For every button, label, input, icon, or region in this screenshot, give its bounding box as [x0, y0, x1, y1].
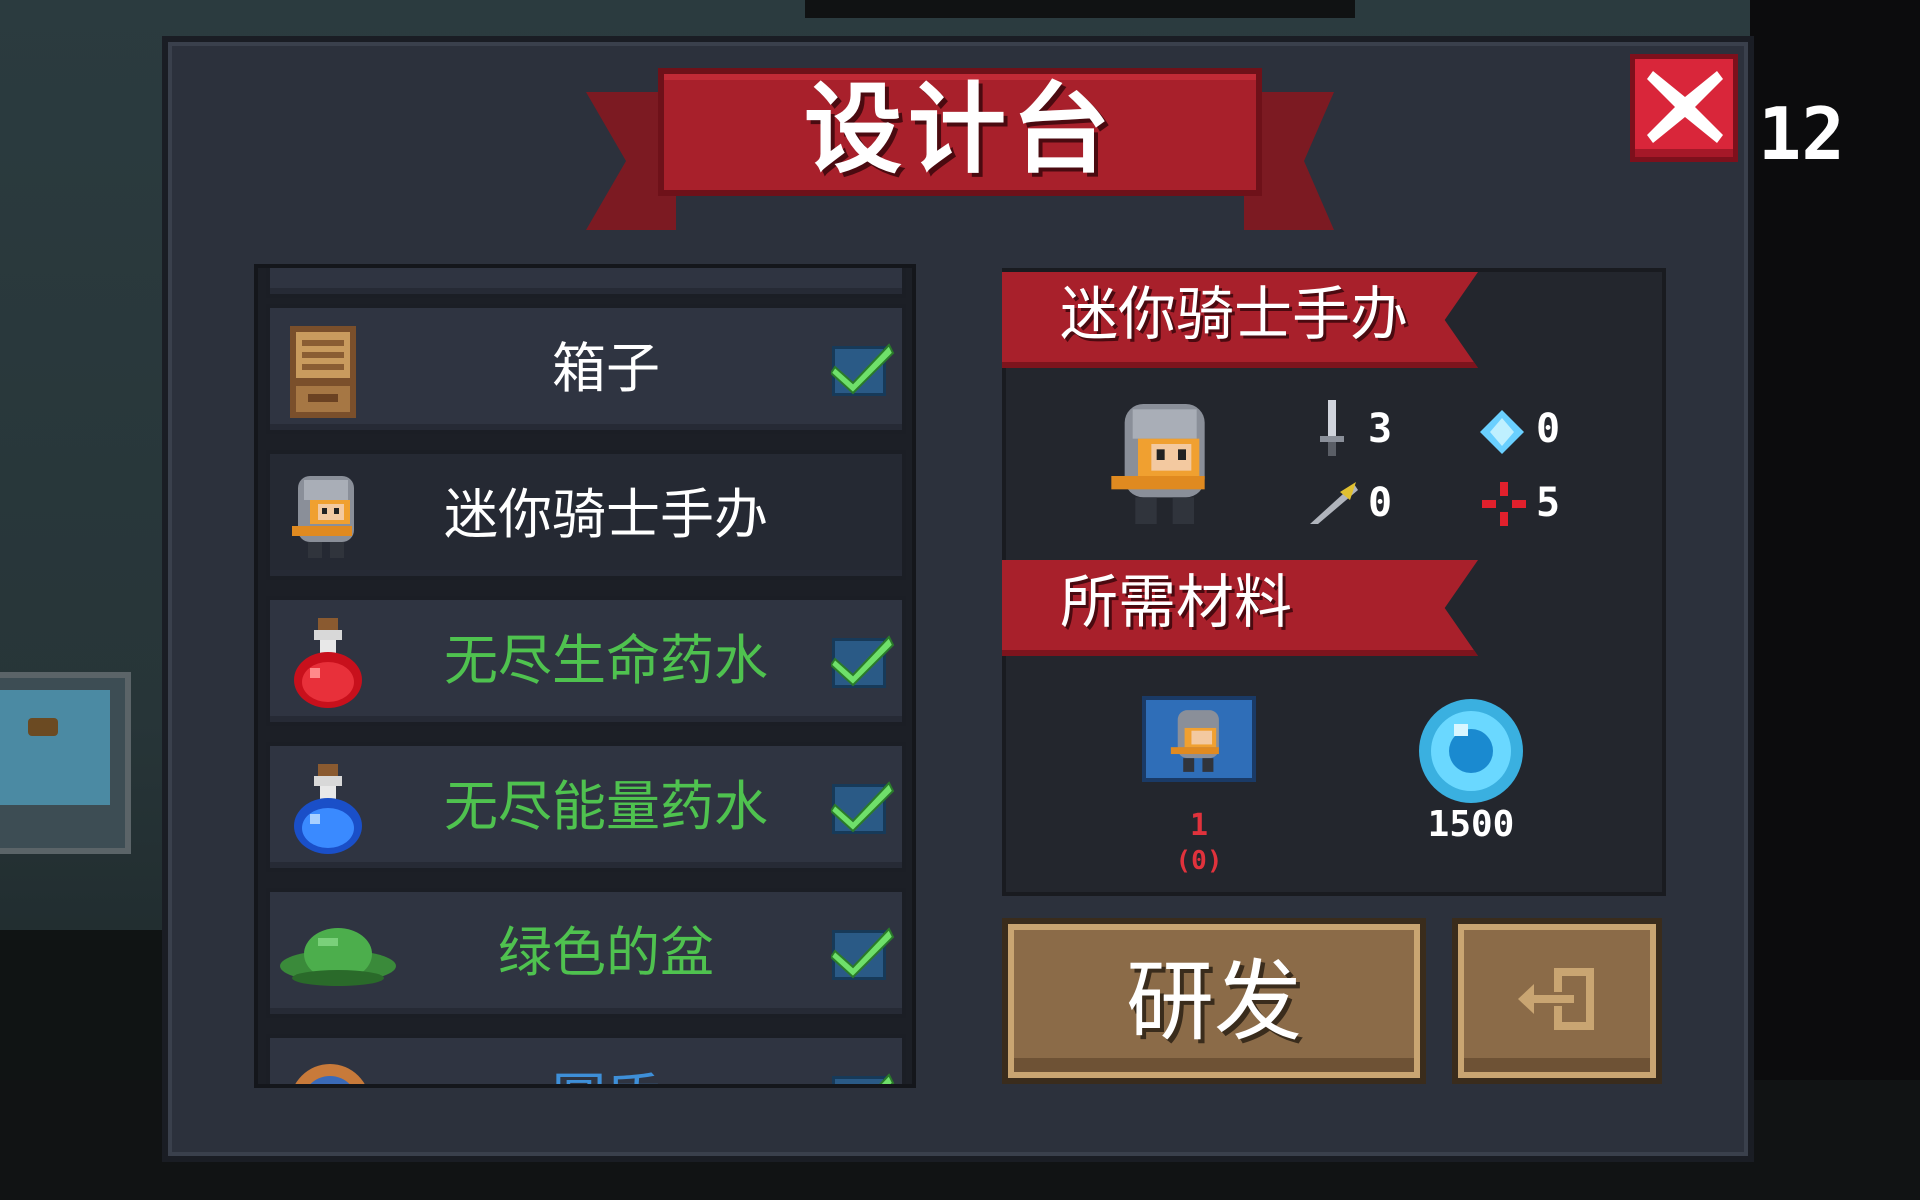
- list-item-label: 绿色的盆: [498, 921, 714, 984]
- list-item[interactable]: 箱子: [266, 304, 906, 434]
- blue-potion-icon: [294, 764, 362, 854]
- list-item[interactable]: 圆盾: [266, 1034, 906, 1084]
- close-button[interactable]: [1630, 54, 1738, 162]
- checkbox: [831, 635, 895, 688]
- diamond-icon: [1480, 410, 1524, 454]
- list-item-label: 无尽能量药水: [444, 775, 768, 838]
- feather-icon: [1310, 482, 1358, 524]
- list-item-label: 箱子: [552, 337, 660, 400]
- list-item-label: 迷你骑士手办: [444, 483, 768, 546]
- background-wall: [805, 0, 1355, 18]
- materials-title: 所需材料: [1060, 568, 1293, 636]
- checkmark-icon: [831, 635, 895, 687]
- checkmark-icon: [831, 781, 895, 833]
- red-potion-icon: [294, 618, 362, 708]
- knight-figure-icon: [292, 476, 354, 558]
- gem-currency-icon: [1419, 699, 1523, 803]
- list-item-label: 无尽生命药水: [444, 629, 768, 692]
- counter-value: 12: [1758, 92, 1845, 176]
- checkbox: [831, 927, 895, 980]
- precision-value: 5: [1536, 480, 1561, 526]
- checkbox: [832, 1073, 895, 1084]
- round-shield-icon: [295, 1064, 365, 1084]
- sword-icon: [1320, 400, 1344, 456]
- blueprint-required: 1: [1189, 808, 1209, 843]
- crate-icon: [290, 326, 356, 418]
- close-icon: [1647, 71, 1723, 143]
- attack-value: 3: [1368, 406, 1393, 452]
- fish-icon: [28, 718, 58, 736]
- exit-button[interactable]: [1452, 918, 1662, 1084]
- knight-blueprint-icon: [1170, 710, 1219, 772]
- panel-title: 设计台: [803, 73, 1116, 187]
- crit-gem-value: 0: [1536, 406, 1561, 452]
- research-button[interactable]: 研发: [1002, 918, 1426, 1084]
- item-name: 迷你骑士手办: [1060, 280, 1409, 348]
- checkmark-icon: [831, 343, 895, 395]
- background-edge: [1750, 0, 1920, 1200]
- list-item-selected[interactable]: 迷你骑士手办: [266, 450, 906, 580]
- list-item[interactable]: 绿色的盆: [266, 888, 906, 1018]
- list-item[interactable]: 无尽生命药水: [266, 596, 906, 726]
- checkmark-icon: [879, 1073, 895, 1084]
- checkmark-icon: [831, 927, 895, 979]
- checkbox: [831, 781, 895, 834]
- knight-figure-icon: [1111, 404, 1205, 524]
- blueprint-owned: (0): [1175, 846, 1223, 876]
- list-item[interactable]: [266, 268, 906, 298]
- research-button-label: 研发: [1125, 949, 1302, 1053]
- background-shadow: [0, 930, 165, 1090]
- crosshair-icon: [1482, 482, 1526, 526]
- gem-cost: 1500: [1427, 804, 1515, 845]
- blueprint-material: [1142, 696, 1256, 782]
- exit-icon: [1518, 968, 1594, 1030]
- blueprint-list[interactable]: 箱子 迷你骑士手办 无尽生命药水 无尽能量药水 绿色的盆: [254, 264, 916, 1088]
- list-item-label: 圆盾: [370, 1038, 842, 1084]
- speed-value: 0: [1368, 480, 1393, 526]
- checkbox: [831, 343, 895, 396]
- list-item[interactable]: 无尽能量药水: [266, 742, 906, 872]
- aquarium-water: [0, 690, 110, 805]
